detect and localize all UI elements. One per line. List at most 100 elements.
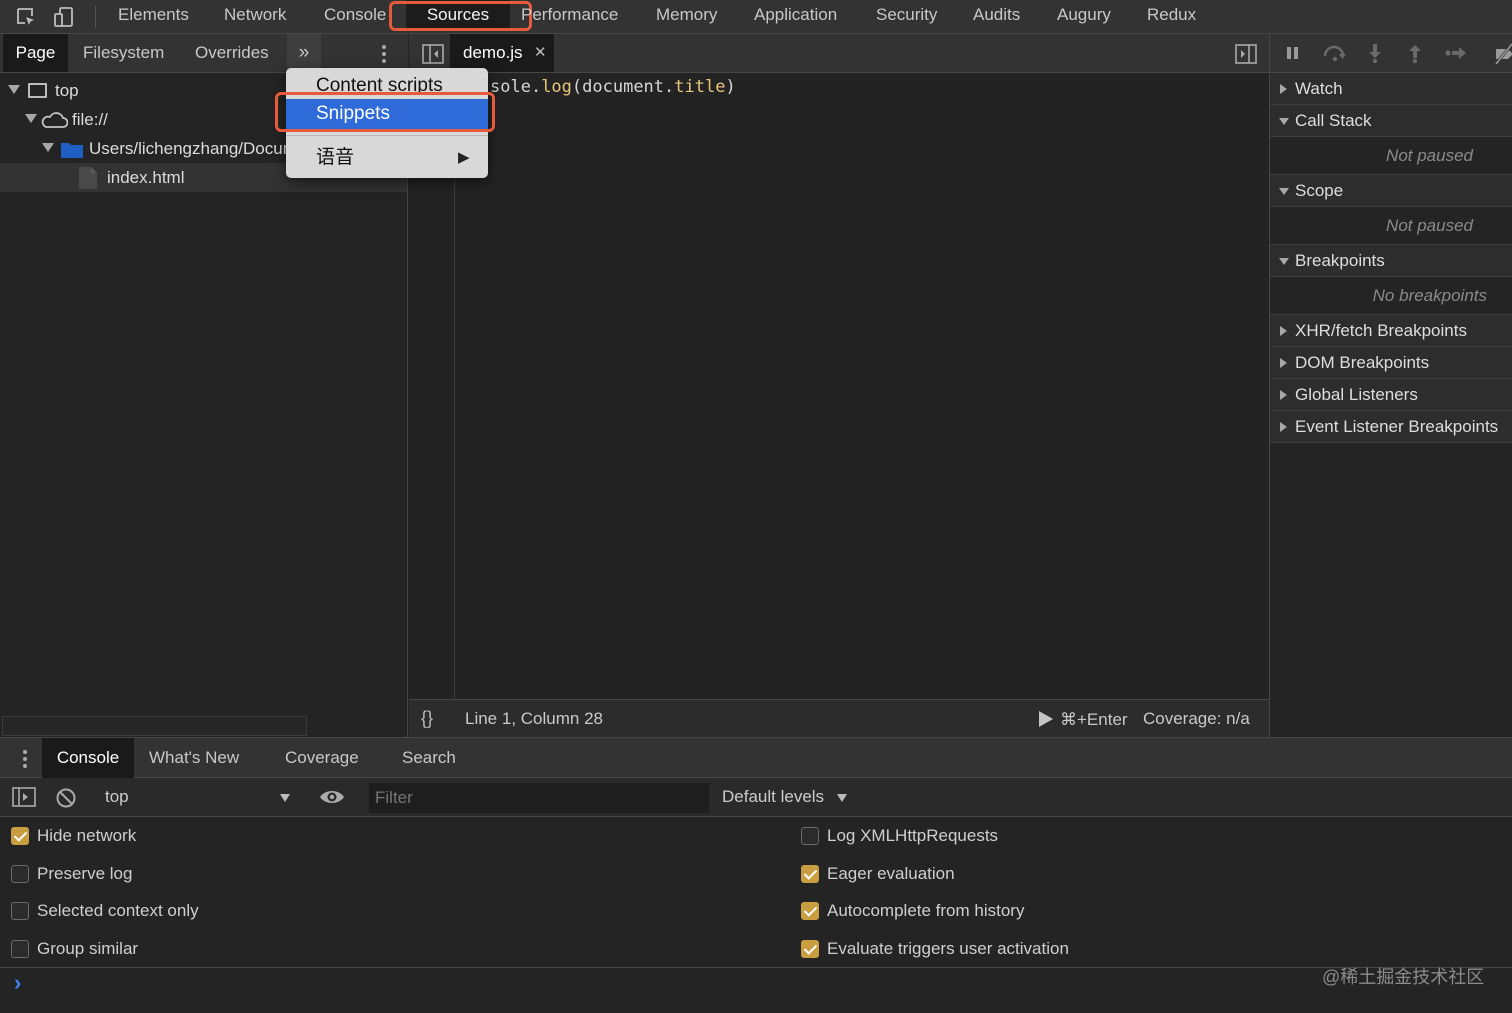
drawer-tab-coverage[interactable]: Coverage — [285, 738, 359, 778]
deactivate-breakpoints-icon[interactable] — [1494, 43, 1512, 65]
file-tab-demo-js[interactable]: demo.js ✕ — [450, 34, 554, 72]
setting-group-similar[interactable]: Group similar — [11, 930, 511, 968]
tab-memory[interactable]: Memory — [656, 0, 717, 30]
step-icon[interactable] — [1444, 45, 1468, 61]
setting-selected-context-only[interactable]: Selected context only — [11, 892, 511, 930]
inspect-element-icon[interactable] — [12, 3, 40, 31]
section-call-stack[interactable]: Call Stack — [1270, 105, 1512, 137]
navigator-menu-icon[interactable] — [376, 43, 392, 65]
section-title: DOM Breakpoints — [1295, 353, 1430, 372]
horizontal-scrollbar[interactable] — [2, 716, 307, 736]
checkbox[interactable] — [11, 940, 29, 958]
section-xhr-breakpoints[interactable]: XHR/fetch Breakpoints — [1270, 315, 1512, 347]
setting-label: Eager evaluation — [827, 864, 955, 883]
console-filter-input[interactable] — [369, 783, 709, 813]
checkbox[interactable] — [11, 902, 29, 920]
tab-page[interactable]: Page — [3, 34, 68, 72]
tab-performance[interactable]: Performance — [521, 0, 618, 30]
device-toolbar-icon[interactable] — [50, 3, 78, 31]
console-toolbar: top Default levels — [0, 778, 1512, 817]
console-sidebar-icon[interactable] — [12, 787, 36, 807]
tab-network[interactable]: Network — [224, 0, 286, 30]
checkbox[interactable] — [801, 940, 819, 958]
drawer-tab-console[interactable]: Console — [42, 738, 134, 778]
checkbox[interactable] — [801, 865, 819, 883]
cursor-position: Line 1, Column 28 — [465, 709, 603, 728]
code-editor[interactable] — [409, 73, 1269, 699]
toggle-debugger-icon[interactable] — [1235, 44, 1257, 64]
console-prompt[interactable]: › @稀土掘金技术社区 — [0, 967, 1512, 1013]
tree-label: index.html — [107, 168, 185, 187]
expand-arrow-icon[interactable] — [42, 143, 54, 152]
tree-label: top — [55, 81, 79, 100]
pause-icon[interactable] — [1286, 46, 1300, 60]
context-value: top — [105, 787, 129, 806]
setting-hide-network[interactable]: Hide network — [11, 817, 511, 855]
log-levels-label: Default levels — [722, 787, 825, 806]
tab-elements[interactable]: Elements — [118, 0, 189, 30]
section-event-listener-breakpoints[interactable]: Event Listener Breakpoints — [1270, 411, 1512, 443]
step-into-icon[interactable] — [1368, 44, 1382, 64]
step-over-icon[interactable] — [1322, 44, 1348, 62]
live-expression-eye-icon[interactable] — [318, 788, 346, 806]
drawer-tab-search[interactable]: Search — [402, 738, 456, 778]
checkbox[interactable] — [11, 865, 29, 883]
drawer-tabbar: Console What's New Coverage Search — [0, 737, 1512, 778]
setting-label: Preserve log — [37, 864, 133, 883]
log-levels-dropdown[interactable]: Default levels — [722, 787, 847, 807]
tab-filesystem[interactable]: Filesystem — [83, 34, 164, 72]
menu-item-speech[interactable]: 语音 ▶ — [286, 143, 488, 173]
section-scope[interactable]: Scope — [1270, 175, 1512, 207]
code-line-1[interactable]: sole.log(document.title) — [490, 77, 736, 97]
tab-redux[interactable]: Redux — [1147, 0, 1196, 30]
setting-evaluate-triggers-user-activation[interactable]: Evaluate triggers user activation — [801, 930, 1301, 968]
run-snippet-icon[interactable] — [1039, 711, 1053, 727]
expand-arrow-icon[interactable] — [8, 85, 20, 94]
menu-item-label: 语音 — [316, 147, 355, 168]
code-token: (document. — [571, 77, 675, 97]
drawer-tab-whats-new[interactable]: What's New — [149, 738, 239, 778]
section-breakpoints[interactable]: Breakpoints — [1270, 245, 1512, 277]
setting-log-xmlhttprequests[interactable]: Log XMLHttpRequests — [801, 817, 1301, 855]
context-select[interactable]: top — [92, 783, 300, 813]
code-token: ) — [725, 77, 736, 97]
setting-label: Evaluate triggers user activation — [827, 939, 1069, 958]
step-out-icon[interactable] — [1408, 44, 1422, 64]
code-token-method: log — [541, 77, 572, 97]
drawer-menu-icon[interactable] — [18, 748, 32, 770]
debugger-toolbar — [1269, 34, 1512, 73]
tab-augury[interactable]: Augury — [1057, 0, 1111, 30]
clear-console-icon[interactable] — [55, 787, 77, 809]
tab-audits[interactable]: Audits — [973, 0, 1020, 30]
setting-label: Group similar — [37, 939, 139, 958]
setting-eager-evaluation[interactable]: Eager evaluation — [801, 855, 1301, 893]
checkbox[interactable] — [801, 902, 819, 920]
breakpoints-status: No breakpoints — [1270, 277, 1512, 315]
dropdown-arrow-icon — [836, 793, 847, 802]
editor-tabbar: demo.js ✕ — [409, 34, 1269, 73]
tab-overrides[interactable]: Overrides — [195, 34, 269, 72]
main-toolbar: Elements Network Console Sources Perform… — [0, 0, 1512, 34]
close-tab-icon[interactable]: ✕ — [534, 43, 547, 61]
pretty-print-button[interactable]: {} — [421, 708, 433, 729]
code-token: sole. — [490, 77, 542, 97]
collapsed-arrow-icon — [1280, 422, 1287, 432]
section-dom-breakpoints[interactable]: DOM Breakpoints — [1270, 347, 1512, 379]
scope-status: Not paused — [1270, 207, 1512, 245]
run-shortcut-label[interactable]: ⌘+Enter — [1060, 710, 1128, 730]
section-watch[interactable]: Watch — [1270, 73, 1512, 105]
folder-icon — [61, 141, 83, 158]
tab-application[interactable]: Application — [754, 0, 837, 30]
expand-arrow-icon[interactable] — [25, 114, 37, 123]
section-title: Global Listeners — [1295, 385, 1418, 404]
section-global-listeners[interactable]: Global Listeners — [1270, 379, 1512, 411]
tab-console[interactable]: Console — [324, 0, 386, 30]
checkbox[interactable] — [11, 827, 29, 845]
setting-preserve-log[interactable]: Preserve log — [11, 855, 511, 893]
toggle-navigator-icon[interactable] — [422, 44, 444, 64]
setting-autocomplete-from-history[interactable]: Autocomplete from history — [801, 892, 1301, 930]
more-tabs-button[interactable]: » — [287, 34, 321, 72]
checkbox[interactable] — [801, 827, 819, 845]
tab-security[interactable]: Security — [876, 0, 937, 30]
section-title: Scope — [1295, 181, 1344, 200]
